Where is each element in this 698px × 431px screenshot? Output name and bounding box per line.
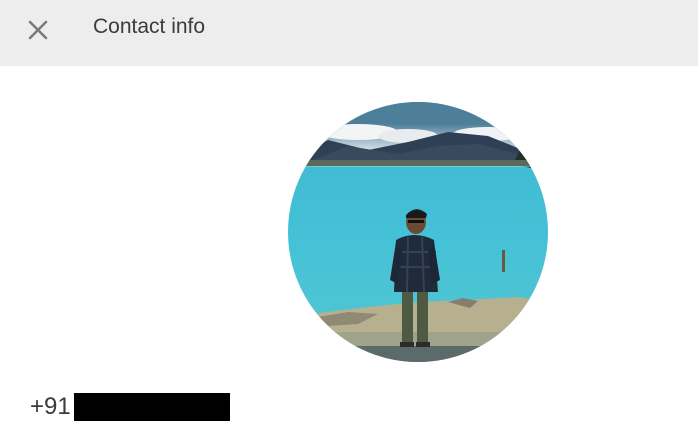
phone-country-code: +91 bbox=[30, 393, 71, 420]
profile-photo-image bbox=[288, 102, 548, 362]
page-title: Contact info bbox=[93, 15, 206, 38]
header-bar: Contact info bbox=[0, 0, 698, 66]
close-icon bbox=[28, 20, 48, 40]
redacted-phone-number bbox=[73, 393, 230, 421]
profile-photo[interactable] bbox=[288, 102, 548, 362]
close-button[interactable] bbox=[20, 12, 56, 48]
phone-number-row[interactable]: +91 bbox=[30, 392, 230, 422]
